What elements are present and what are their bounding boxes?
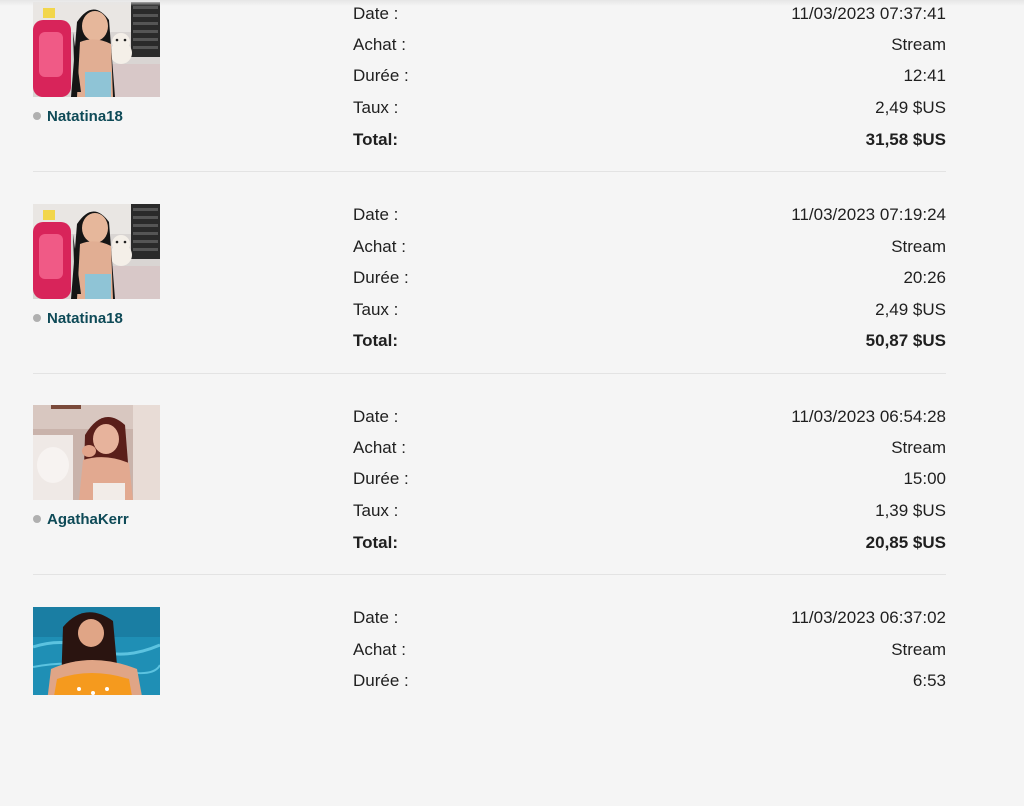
- status-dot-icon: [33, 314, 41, 322]
- rate-row: Taux : 2,49 $US: [353, 299, 946, 321]
- purchase-label: Achat :: [353, 237, 406, 256]
- model-link[interactable]: Natatina18: [33, 309, 123, 327]
- duration-row: Durée : 15:00: [353, 468, 946, 490]
- purchase-label: Achat :: [353, 438, 406, 457]
- entry-divider: [33, 171, 946, 172]
- date-row: Date : 11/03/2023 07:37:41: [353, 3, 946, 25]
- duration-value: 15:00: [903, 469, 946, 488]
- model-name[interactable]: Natatina18: [47, 310, 123, 327]
- entry-divider: [33, 574, 946, 575]
- rate-label: Taux :: [353, 300, 399, 319]
- purchase-row: Achat : Stream: [353, 236, 946, 258]
- total-label: Total:: [353, 331, 399, 350]
- status-dot-icon: [33, 515, 41, 523]
- model-thumbnail[interactable]: [33, 405, 160, 500]
- model-thumbnail[interactable]: [33, 2, 160, 97]
- model-link[interactable]: AgathaKerr: [33, 510, 129, 528]
- duration-label: Durée :: [353, 66, 409, 85]
- total-row: Total: 50,87 $US: [353, 330, 946, 352]
- date-label: Date :: [353, 407, 399, 426]
- model-link[interactable]: Natatina18: [33, 107, 123, 125]
- purchase-label: Achat :: [353, 35, 406, 54]
- purchase-row: Achat : Stream: [353, 639, 946, 661]
- transaction-entry: Natatina18 Date : 11/03/2023 07:37:41 Ac…: [0, 0, 1024, 201]
- model-name[interactable]: AgathaKerr: [47, 511, 129, 528]
- entry-divider: [33, 373, 946, 374]
- date-value: 11/03/2023 07:37:41: [791, 4, 946, 23]
- total-label: Total:: [353, 130, 399, 149]
- rate-value: 2,49 $US: [875, 98, 946, 117]
- rate-value: 1,39 $US: [875, 501, 946, 520]
- purchase-label: Achat :: [353, 640, 406, 659]
- duration-label: Durée :: [353, 671, 409, 690]
- model-name[interactable]: Natatina18: [47, 108, 123, 125]
- date-value: 11/03/2023 06:54:28: [791, 407, 946, 426]
- total-value: 20,85 $US: [865, 533, 946, 552]
- model-photo-image: [33, 405, 160, 500]
- top-shadow: [0, 0, 1024, 6]
- date-row: Date : 11/03/2023 07:19:24: [353, 204, 946, 226]
- date-value: 11/03/2023 06:37:02: [791, 608, 946, 627]
- duration-label: Durée :: [353, 469, 409, 488]
- transaction-entry: AgathaKerr Date : 11/03/2023 06:54:28 Ac…: [0, 403, 1024, 604]
- purchase-value: Stream: [891, 35, 946, 54]
- purchase-row: Achat : Stream: [353, 437, 946, 459]
- purchase-value: Stream: [891, 438, 946, 457]
- date-row: Date : 11/03/2023 06:54:28: [353, 406, 946, 428]
- purchase-row: Achat : Stream: [353, 34, 946, 56]
- duration-value: 6:53: [912, 671, 946, 690]
- model-thumbnail[interactable]: [33, 607, 160, 695]
- purchase-value: Stream: [891, 640, 946, 659]
- total-value: 50,87 $US: [865, 331, 946, 350]
- purchase-value: Stream: [891, 237, 946, 256]
- rate-label: Taux :: [353, 501, 399, 520]
- rate-row: Taux : 1,39 $US: [353, 500, 946, 522]
- total-row: Total: 20,85 $US: [353, 532, 946, 554]
- total-row: Total: 31,58 $US: [353, 129, 946, 151]
- rate-row: Taux : 2,49 $US: [353, 97, 946, 119]
- rate-value: 2,49 $US: [875, 300, 946, 319]
- model-thumbnail[interactable]: [33, 204, 160, 299]
- total-label: Total:: [353, 533, 399, 552]
- duration-value: 12:41: [903, 66, 946, 85]
- duration-value: 20:26: [903, 268, 946, 287]
- rate-label: Taux :: [353, 98, 399, 117]
- total-value: 31,58 $US: [865, 130, 946, 149]
- transaction-entry: Date : 11/03/2023 06:37:02 Achat : Strea…: [0, 605, 1024, 806]
- date-label: Date :: [353, 4, 399, 23]
- duration-row: Durée : 20:26: [353, 267, 946, 289]
- date-label: Date :: [353, 608, 399, 627]
- date-value: 11/03/2023 07:19:24: [791, 205, 946, 224]
- duration-row: Durée : 12:41: [353, 65, 946, 87]
- duration-label: Durée :: [353, 268, 409, 287]
- duration-row: Durée : 6:53: [353, 670, 946, 692]
- status-dot-icon: [33, 112, 41, 120]
- date-row: Date : 11/03/2023 06:37:02: [353, 607, 946, 629]
- model-photo-image: [33, 2, 160, 97]
- model-photo-image: [33, 607, 160, 695]
- transaction-entry: Natatina18 Date : 11/03/2023 07:19:24 Ac…: [0, 202, 1024, 403]
- date-label: Date :: [353, 205, 399, 224]
- model-photo-image: [33, 204, 160, 299]
